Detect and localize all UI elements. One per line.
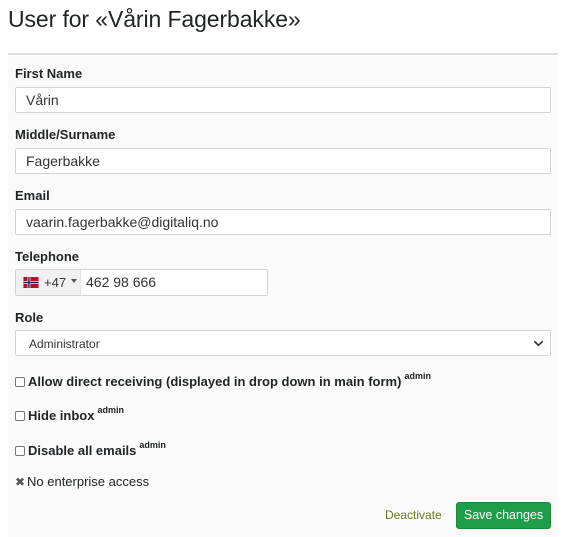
allow-direct-receiving-row: Allow direct receiving (displayed in dro… bbox=[15, 371, 431, 389]
country-code-dropdown[interactable]: +47 bbox=[16, 270, 81, 295]
user-edit-page: User for «Vårin Fagerbakke» First Name V… bbox=[0, 0, 567, 537]
role-label: Role bbox=[15, 310, 44, 325]
hide-inbox-row: Hide inbox admin bbox=[15, 405, 124, 423]
enterprise-access-text: No enterprise access bbox=[27, 474, 150, 489]
phone-number-value[interactable]: 462 98 666 bbox=[86, 274, 156, 290]
role-selected-value: Administrator bbox=[29, 337, 100, 351]
title-divider bbox=[8, 53, 558, 55]
first-name-label: First Name bbox=[15, 66, 83, 81]
chevron-down-icon bbox=[71, 279, 77, 283]
email-label: Email bbox=[15, 188, 50, 203]
disable-emails-checkbox[interactable] bbox=[15, 446, 25, 456]
save-button[interactable]: Save changes bbox=[456, 502, 551, 529]
role-select[interactable]: Administrator bbox=[15, 330, 551, 356]
disable-emails-label[interactable]: Disable all emails bbox=[28, 443, 136, 458]
dial-code: +47 bbox=[44, 275, 67, 290]
hide-inbox-checkbox[interactable] bbox=[15, 411, 25, 421]
page-title: User for «Vårin Fagerbakke» bbox=[8, 6, 301, 32]
allow-direct-receiving-label[interactable]: Allow direct receiving (displayed in dro… bbox=[28, 374, 401, 389]
times-icon: ✖ bbox=[15, 475, 26, 489]
email-input[interactable]: vaarin.fagerbakke@digitaliq.no bbox=[15, 209, 551, 235]
hide-inbox-label[interactable]: Hide inbox bbox=[28, 408, 94, 423]
enterprise-access-status: ✖ No enterprise access bbox=[15, 474, 149, 489]
disable-emails-row: Disable all emails admin bbox=[15, 440, 166, 458]
admin-badge: admin bbox=[139, 440, 166, 450]
surname-input[interactable]: Fagerbakke bbox=[15, 148, 551, 174]
first-name-input[interactable]: Vårin bbox=[15, 87, 551, 113]
surname-label: Middle/Surname bbox=[15, 127, 116, 142]
telephone-label: Telephone bbox=[15, 249, 80, 264]
admin-badge: admin bbox=[404, 371, 431, 381]
admin-badge: admin bbox=[97, 405, 124, 415]
allow-direct-receiving-checkbox[interactable] bbox=[15, 377, 25, 387]
telephone-input[interactable]: +47 462 98 666 bbox=[15, 269, 268, 296]
norway-flag-icon bbox=[23, 277, 39, 288]
chevron-down-icon bbox=[534, 340, 543, 347]
deactivate-button[interactable]: Deactivate bbox=[385, 508, 442, 522]
